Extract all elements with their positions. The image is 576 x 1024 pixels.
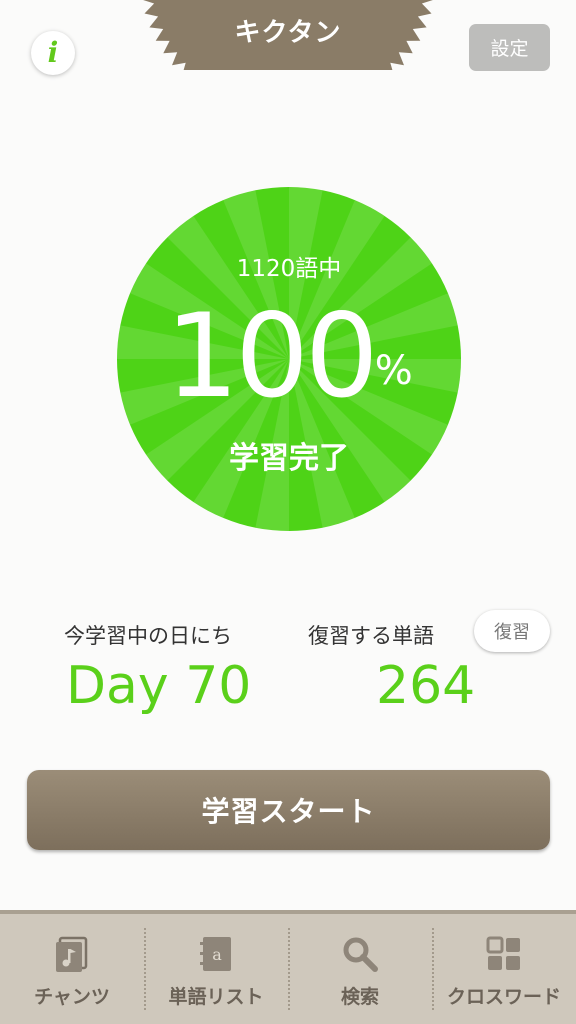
tab-crossword-label: クロスワード bbox=[446, 986, 561, 1008]
current-day-label: 今学習中の日にち bbox=[64, 624, 232, 648]
tab-chants-label: チャンツ bbox=[34, 986, 110, 1008]
app-title: キクタン bbox=[234, 18, 342, 48]
info-button[interactable]: i bbox=[31, 31, 75, 75]
tab-search[interactable]: 検索 bbox=[288, 914, 432, 1024]
current-day-value: Day 70 bbox=[66, 656, 252, 716]
tab-word-list[interactable]: a 単語リスト bbox=[144, 914, 288, 1024]
tab-bar: チャンツ a 単語リスト 検索 クロスワード bbox=[0, 910, 576, 1024]
svg-text:a: a bbox=[212, 945, 222, 964]
notebook-icon: a bbox=[200, 937, 231, 971]
progress-status: 学習完了 bbox=[229, 441, 349, 476]
app-screen: キクタン i 設定 1120語中 100% 学習完了 今学習中の日にち Day … bbox=[0, 0, 576, 1024]
info-icon: i bbox=[47, 36, 59, 69]
tab-chants[interactable]: チャンツ bbox=[0, 914, 144, 1024]
grid-icon bbox=[486, 936, 520, 970]
review-words-value: 264 bbox=[376, 656, 476, 716]
settings-button[interactable]: 設定 bbox=[469, 24, 550, 71]
percent-sign: % bbox=[374, 348, 413, 394]
tab-crossword[interactable]: クロスワード bbox=[432, 914, 576, 1024]
music-note-icon bbox=[56, 936, 88, 972]
magnifier-icon bbox=[343, 937, 378, 972]
title-seal: キクタン bbox=[138, 0, 438, 120]
progress-percent-value: 100 bbox=[165, 289, 378, 424]
start-study-button[interactable]: 学習スタート bbox=[27, 770, 550, 850]
review-button[interactable]: 復習 bbox=[474, 610, 550, 652]
progress-circle: 1120語中 100% 学習完了 bbox=[116, 186, 461, 531]
progress-percent: 100% bbox=[117, 289, 461, 424]
total-words-label: 1120語中 bbox=[236, 256, 342, 282]
review-words-label: 復習する単語 bbox=[308, 624, 434, 648]
tab-search-label: 検索 bbox=[340, 986, 379, 1008]
tab-word-list-label: 単語リスト bbox=[168, 986, 264, 1008]
